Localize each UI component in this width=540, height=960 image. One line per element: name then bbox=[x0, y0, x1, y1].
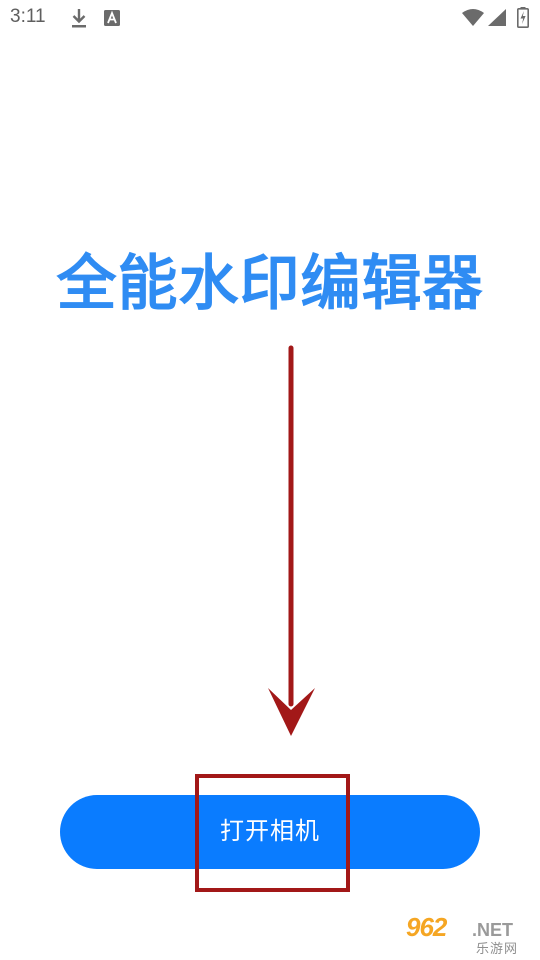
cell-signal-icon bbox=[488, 9, 506, 26]
download-icon bbox=[70, 8, 88, 30]
battery-charging-icon bbox=[517, 7, 529, 28]
status-time: 3:11 bbox=[10, 6, 46, 27]
app-title: 全能水印编辑器 bbox=[56, 249, 484, 319]
down-arrow-annotation bbox=[262, 344, 322, 740]
site-watermark: 962 .NET 乐游网 bbox=[402, 912, 536, 957]
open-camera-label: 打开相机 bbox=[220, 818, 320, 845]
accessibility-a-icon bbox=[104, 10, 120, 26]
watermark-brand: 962 bbox=[406, 912, 447, 942]
wifi-icon bbox=[462, 9, 484, 26]
watermark-subtitle: 乐游网 bbox=[476, 942, 519, 957]
status-bar: 3:11 bbox=[0, 0, 540, 38]
open-camera-button[interactable]: 打开相机 bbox=[60, 795, 480, 869]
screen: 3:11 全能水印编辑器 打开相机 962 .NET 乐游网 bbox=[0, 0, 540, 960]
